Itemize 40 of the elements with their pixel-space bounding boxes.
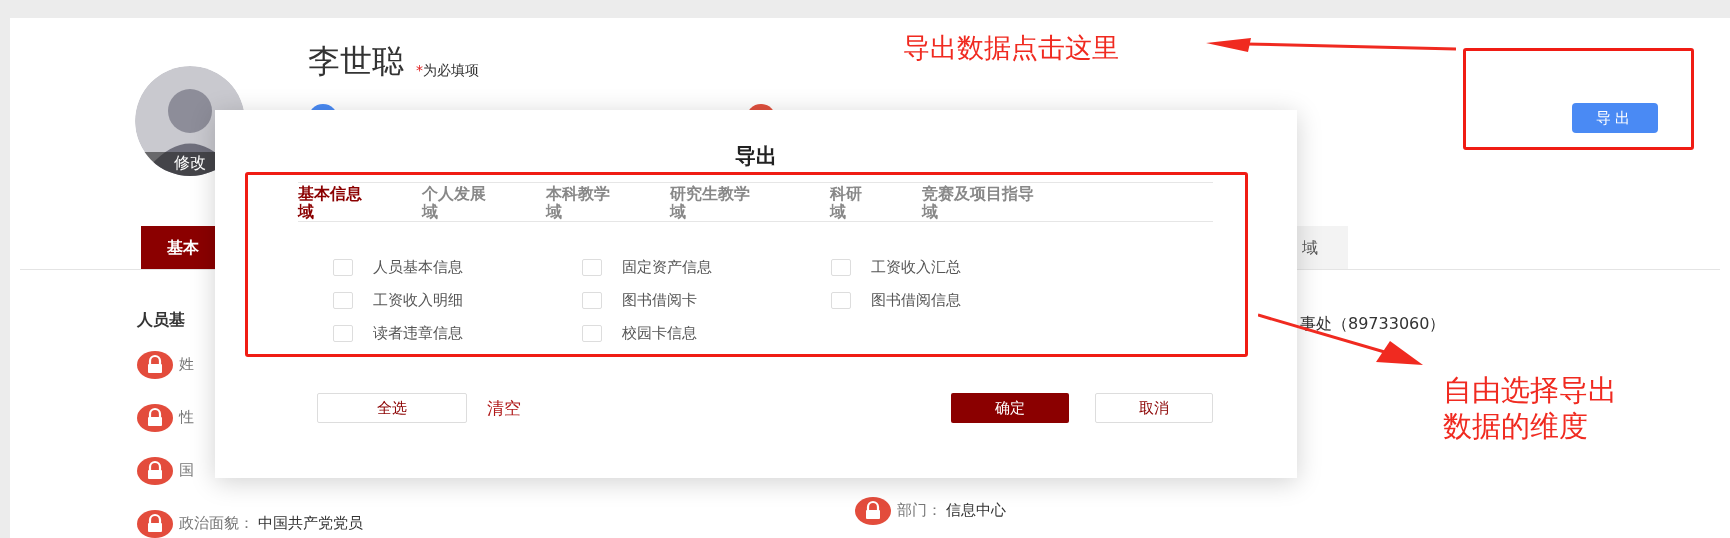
confirm-button[interactable]: 确定 bbox=[951, 393, 1069, 423]
field-value: 中国共产党党员 bbox=[258, 514, 363, 533]
domain-tab[interactable]: 竞赛及项目指导域 bbox=[922, 185, 1034, 221]
cancel-button[interactable]: 取消 bbox=[1095, 393, 1213, 423]
checkbox[interactable] bbox=[831, 259, 851, 276]
option-label: 读者违章信息 bbox=[373, 324, 463, 343]
field-label: 政治面貌： bbox=[179, 514, 254, 533]
checkbox[interactable] bbox=[333, 325, 353, 342]
domain-tab[interactable]: 基本信息域 bbox=[298, 185, 362, 221]
field-label: 部门： bbox=[897, 501, 942, 520]
domain-tab[interactable]: 科研域 bbox=[830, 185, 862, 221]
annotation-text: 自由选择导出数据的维度 bbox=[1443, 372, 1618, 444]
option-label: 图书借阅信息 bbox=[871, 291, 961, 310]
dialog-title: 导出 bbox=[734, 143, 778, 170]
domain-tab[interactable]: 个人发展域 bbox=[422, 185, 486, 221]
option-label: 工资收入汇总 bbox=[871, 258, 961, 277]
domain-tab[interactable]: 研究生教学域 bbox=[670, 185, 750, 221]
annotation-text: 导出数据点击这里 bbox=[903, 31, 1119, 65]
checkbox[interactable] bbox=[582, 259, 602, 276]
option-label: 图书借阅卡 bbox=[622, 291, 697, 310]
checkbox[interactable] bbox=[582, 292, 602, 309]
select-all-button[interactable]: 全选 bbox=[317, 393, 467, 423]
option-label: 校园卡信息 bbox=[622, 324, 697, 343]
option-label: 工资收入明细 bbox=[373, 291, 463, 310]
checkbox[interactable] bbox=[582, 325, 602, 342]
field-label: 国 bbox=[179, 461, 194, 480]
required-note: *为必填项 bbox=[416, 62, 479, 80]
field-value: 信息中心 bbox=[946, 501, 1006, 520]
checkbox[interactable] bbox=[333, 259, 353, 276]
contact-text: 事处（89733060） bbox=[1300, 313, 1446, 335]
domain-tab[interactable]: 本科教学域 bbox=[546, 185, 610, 221]
clear-link[interactable]: 清空 bbox=[487, 396, 521, 420]
option-label: 人员基本信息 bbox=[373, 258, 463, 277]
person-name: 李世聪 bbox=[308, 41, 404, 82]
section-title: 人员基 bbox=[137, 310, 185, 331]
field-label: 性 bbox=[179, 408, 194, 427]
checkbox[interactable] bbox=[831, 292, 851, 309]
option-label: 固定资产信息 bbox=[622, 258, 712, 277]
field-label: 姓 bbox=[179, 355, 194, 374]
checkbox[interactable] bbox=[333, 292, 353, 309]
